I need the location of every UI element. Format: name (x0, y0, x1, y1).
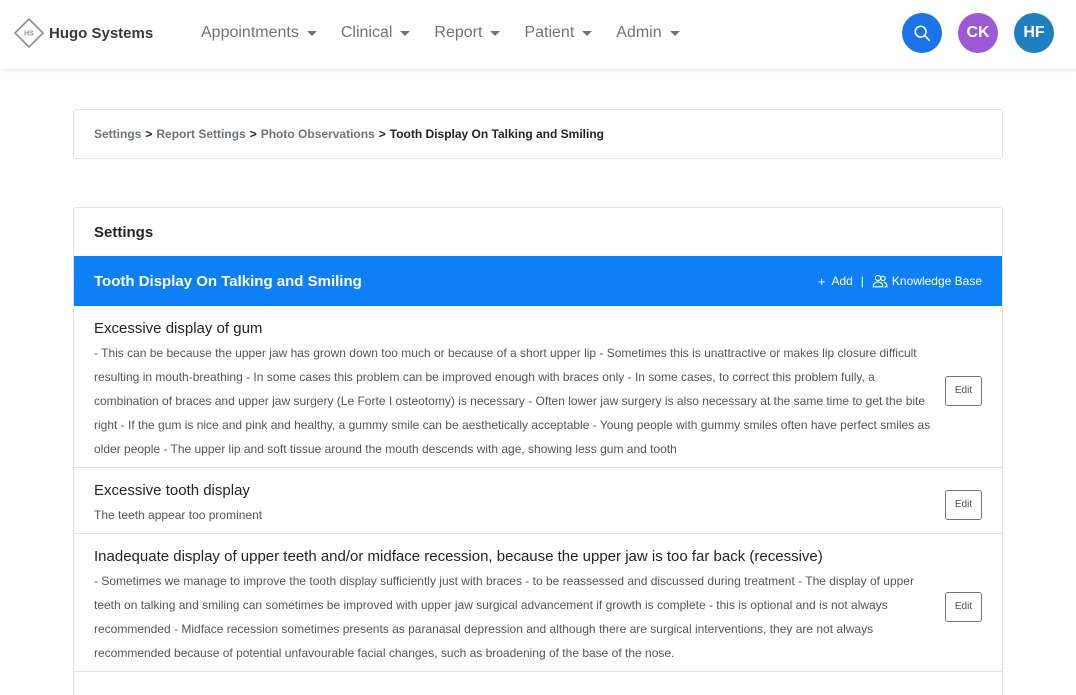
breadcrumb-photo-observations[interactable]: Photo Observations (261, 127, 375, 141)
chevron-down-icon (490, 30, 501, 36)
list-item: Excessive tooth display The teeth appear… (74, 468, 1002, 534)
chevron-down-icon (400, 30, 411, 36)
item-body: Excessive display of gum - This can be b… (94, 320, 945, 461)
menu-clinical[interactable]: Clinical (329, 23, 423, 43)
item-title: Excessive tooth display (94, 482, 250, 499)
breadcrumb-separator: > (249, 127, 257, 141)
menu-patient-label: Patient (524, 24, 575, 41)
search-button[interactable] (902, 13, 942, 53)
menu-clinical-label: Clinical (340, 24, 393, 41)
top-navbar: HS Hugo Systems Appointments Clinical Re… (0, 0, 1076, 69)
menu-report[interactable]: Report (422, 23, 512, 43)
item-body: Inadequate display of upper teeth and/or… (94, 548, 945, 665)
avatar-ck[interactable]: CK (958, 13, 998, 53)
menu-appointments[interactable]: Appointments (189, 23, 329, 43)
item-title: Excessive display of gum (94, 320, 263, 337)
chevron-down-icon (669, 30, 680, 36)
add-button[interactable]: + Add (818, 274, 853, 288)
edit-button[interactable]: Edit (945, 489, 982, 520)
knowledge-base-label: Knowledge Base (891, 274, 982, 288)
breadcrumb: Settings > Report Settings > Photo Obser… (73, 109, 1003, 159)
section-header: Tooth Display On Talking and Smiling + A… (74, 256, 1002, 306)
brand-logo: HS (14, 18, 44, 48)
breadcrumb-report-settings[interactable]: Report Settings (156, 127, 245, 141)
search-icon (914, 25, 931, 42)
settings-card-title: Settings (94, 223, 154, 241)
users-icon (872, 274, 888, 288)
menu-appointments-label: Appointments (201, 24, 299, 41)
chevron-down-icon (306, 30, 317, 36)
item-title: Inadequate display of upper teeth and/or… (94, 548, 823, 565)
edit-button[interactable]: Edit (945, 591, 982, 622)
menu-patient[interactable]: Patient (512, 23, 604, 43)
settings-card: Settings Tooth Display On Talking and Sm… (73, 207, 1003, 695)
navbar-actions: CK HF (886, 13, 1054, 53)
knowledge-base-link[interactable]: Knowledge Base (872, 274, 982, 288)
edit-button[interactable]: Edit (945, 375, 982, 406)
brand[interactable]: HS Hugo Systems (14, 18, 153, 48)
section-title: Tooth Display On Talking and Smiling (94, 272, 362, 290)
list-item: Inadequate display of upper teeth and/or… (74, 534, 1002, 672)
section-actions: + Add | Knowledge Base (818, 274, 982, 288)
breadcrumb-current: Tooth Display On Talking and Smiling (389, 127, 604, 141)
list-item: Excessive display of gum - This can be b… (74, 306, 1002, 468)
brand-name: Hugo Systems (49, 24, 154, 42)
chevron-down-icon (582, 30, 593, 36)
action-divider: | (860, 274, 864, 288)
item-body: Excessive tooth display The teeth appear… (94, 482, 945, 527)
add-label: Add (831, 274, 853, 288)
breadcrumb-separator: > (145, 127, 153, 141)
item-description: The teeth appear too prominent (94, 508, 263, 522)
plus-icon: + (817, 273, 826, 289)
item-description: - This can be because the upper jaw has … (94, 346, 931, 456)
brand-logo-text: HS (24, 31, 34, 38)
avatar-hf[interactable]: HF (1014, 13, 1054, 53)
item-description: - Sometimes we manage to improve the too… (94, 574, 914, 660)
menu-admin-label: Admin (616, 24, 662, 41)
breadcrumb-separator: > (378, 127, 386, 141)
menu-admin[interactable]: Admin (604, 23, 691, 43)
main-menu: Appointments Clinical Report Patient Adm… (189, 23, 692, 43)
breadcrumb-settings[interactable]: Settings (94, 127, 141, 141)
menu-report-label: Report (434, 24, 483, 41)
